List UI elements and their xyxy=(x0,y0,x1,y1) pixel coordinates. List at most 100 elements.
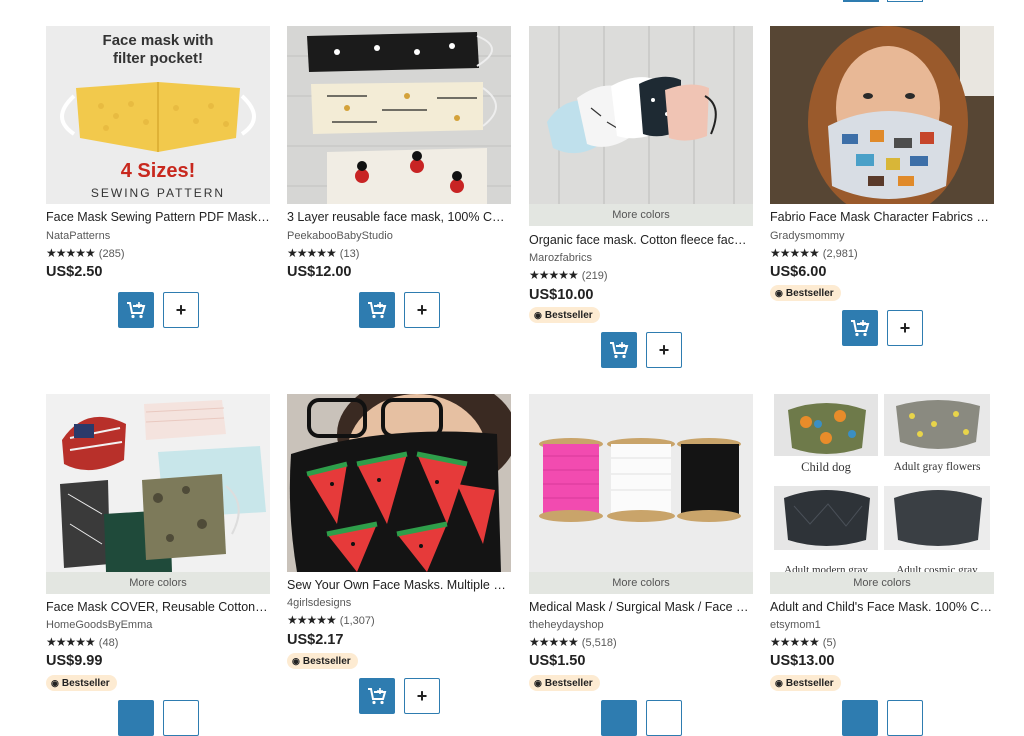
listing-title[interactable]: Adult and Child's Face Mask. 100% Cotton xyxy=(770,600,994,614)
rating: ★★★★★ (48) xyxy=(46,635,118,649)
listing-title[interactable]: Face Mask Sewing Pattern PDF Mask with F… xyxy=(46,210,270,224)
star-rating-icon: ★★★★★ xyxy=(770,246,820,260)
shop-name[interactable]: 4girlsdesigns xyxy=(287,597,351,609)
listing-image[interactable] xyxy=(529,394,753,572)
add-to-cart-button[interactable] xyxy=(842,700,878,736)
listing-image[interactable] xyxy=(46,394,270,572)
image-caption-pattern: SEWING PATTERN xyxy=(90,186,226,200)
bestseller-label: Bestseller xyxy=(544,310,593,321)
bestseller-badge: ◉ Bestseller xyxy=(46,675,117,691)
price: US$10.00 xyxy=(529,287,594,303)
rating: ★★★★★ (5) xyxy=(770,635,836,649)
star-rating-icon: ★★★★★ xyxy=(770,635,820,649)
review-count: (285) xyxy=(98,248,125,260)
review-count: (13) xyxy=(339,248,360,260)
shop-name[interactable]: NataPatterns xyxy=(46,230,110,242)
star-rating-icon: ★★★★★ xyxy=(287,246,337,260)
award-icon: ◉ xyxy=(51,678,59,688)
price: US$2.17 xyxy=(287,632,344,648)
listing-image[interactable] xyxy=(529,26,753,204)
listing-title[interactable]: Organic face mask. Cotton fleece face ma… xyxy=(529,233,753,247)
add-to-list-button[interactable]: + xyxy=(646,332,682,368)
cart-icon xyxy=(127,302,146,319)
award-icon: ◉ xyxy=(775,678,783,688)
bestseller-badge: ◉ Bestseller xyxy=(529,307,600,323)
review-count: (219) xyxy=(581,270,608,282)
bestseller-label: Bestseller xyxy=(544,678,593,689)
image-label-adult-cosmic-gray: Adult cosmic gray xyxy=(896,564,978,572)
listing-title[interactable]: Sew Your Own Face Masks. Multiple Sizes xyxy=(287,578,511,592)
rating: ★★★★★ (13) xyxy=(287,246,359,260)
rating: ★★★★★ (1,307) xyxy=(287,613,375,627)
price: US$9.99 xyxy=(46,653,103,669)
star-rating-icon: ★★★★★ xyxy=(287,613,337,627)
bestseller-badge: ◉ Bestseller xyxy=(529,675,600,691)
award-icon: ◉ xyxy=(775,288,783,298)
more-colors-label[interactable]: More colors xyxy=(770,572,994,594)
add-to-list-button[interactable]: + xyxy=(404,292,440,328)
listing-image[interactable] xyxy=(770,26,994,204)
shop-name[interactable]: PeekabooBabyStudio xyxy=(287,230,393,242)
bestseller-label: Bestseller xyxy=(302,656,351,667)
add-to-list-button[interactable] xyxy=(646,700,682,736)
star-rating-icon: ★★★★★ xyxy=(46,246,96,260)
bestseller-label: Bestseller xyxy=(61,678,110,689)
price: US$12.00 xyxy=(287,264,352,280)
shop-name[interactable]: etsymom1 xyxy=(770,619,821,631)
listing-title[interactable]: Fabrio Face Mask Character Fabrics Cotto… xyxy=(770,210,994,224)
add-to-cart-button[interactable] xyxy=(601,332,637,368)
bestseller-label: Bestseller xyxy=(785,678,834,689)
add-to-list-button[interactable]: + xyxy=(887,310,923,346)
previous-row-cart-button[interactable] xyxy=(843,0,879,2)
previous-row-plus-button[interactable] xyxy=(887,0,923,2)
bestseller-badge: ◉ Bestseller xyxy=(287,653,358,669)
shop-name[interactable]: Gradysmommy xyxy=(770,230,845,242)
cart-icon xyxy=(368,302,387,319)
review-count: (5,518) xyxy=(581,637,617,649)
listing-image[interactable] xyxy=(287,394,511,572)
add-to-cart-button[interactable] xyxy=(359,678,395,714)
add-to-cart-button[interactable] xyxy=(359,292,395,328)
more-colors-label[interactable]: More colors xyxy=(529,572,753,594)
cart-icon xyxy=(368,688,387,705)
listing-image[interactable]: Face mask with filter pocket! 4 Sizes! S… xyxy=(46,26,270,204)
review-count: (1,307) xyxy=(339,615,375,627)
image-label-child-dog: Child dog xyxy=(801,460,851,474)
price: US$13.00 xyxy=(770,653,835,669)
listing-image[interactable] xyxy=(287,26,511,204)
shop-name[interactable]: theheydayshop xyxy=(529,619,604,631)
image-caption-line1: Face mask with xyxy=(102,32,214,49)
review-count: (2,981) xyxy=(822,248,858,260)
add-to-list-button[interactable] xyxy=(887,700,923,736)
shop-name[interactable]: HomeGoodsByEmma xyxy=(46,619,152,631)
review-count: (5) xyxy=(822,637,837,649)
image-caption-line2: filter pocket! xyxy=(112,50,203,67)
bestseller-badge: ◉ Bestseller xyxy=(770,675,841,691)
add-to-cart-button[interactable] xyxy=(842,310,878,346)
image-caption-sizes: 4 Sizes! xyxy=(120,160,196,182)
star-rating-icon: ★★★★★ xyxy=(529,635,579,649)
add-to-list-button[interactable]: + xyxy=(404,678,440,714)
award-icon: ◉ xyxy=(534,678,542,688)
add-to-list-button[interactable] xyxy=(163,700,199,736)
shop-name[interactable]: Marozfabrics xyxy=(529,252,592,264)
bestseller-label: Bestseller xyxy=(785,288,834,299)
cart-icon xyxy=(851,320,870,337)
listing-image[interactable]: Child dog Adult gray flowers Adult moder… xyxy=(770,394,994,572)
listing-title[interactable]: 3 Layer reusable face mask, 100% Cotton xyxy=(287,210,511,224)
more-colors-label[interactable]: More colors xyxy=(529,204,753,226)
more-colors-label[interactable]: More colors xyxy=(46,572,270,594)
listing-title[interactable]: Medical Mask / Surgical Mask / Face Mask… xyxy=(529,600,753,614)
add-to-cart-button[interactable] xyxy=(118,292,154,328)
star-rating-icon: ★★★★★ xyxy=(46,635,96,649)
listing-title[interactable]: Face Mask COVER, Reusable Cotton Face Ma… xyxy=(46,600,270,614)
add-to-list-button[interactable]: + xyxy=(163,292,199,328)
bestseller-badge: ◉ Bestseller xyxy=(770,285,841,301)
star-rating-icon: ★★★★★ xyxy=(529,268,579,282)
price: US$1.50 xyxy=(529,653,586,669)
rating: ★★★★★ (219) xyxy=(529,268,607,282)
award-icon: ◉ xyxy=(534,310,542,320)
award-icon: ◉ xyxy=(292,656,300,666)
add-to-cart-button[interactable] xyxy=(601,700,637,736)
add-to-cart-button[interactable] xyxy=(118,700,154,736)
